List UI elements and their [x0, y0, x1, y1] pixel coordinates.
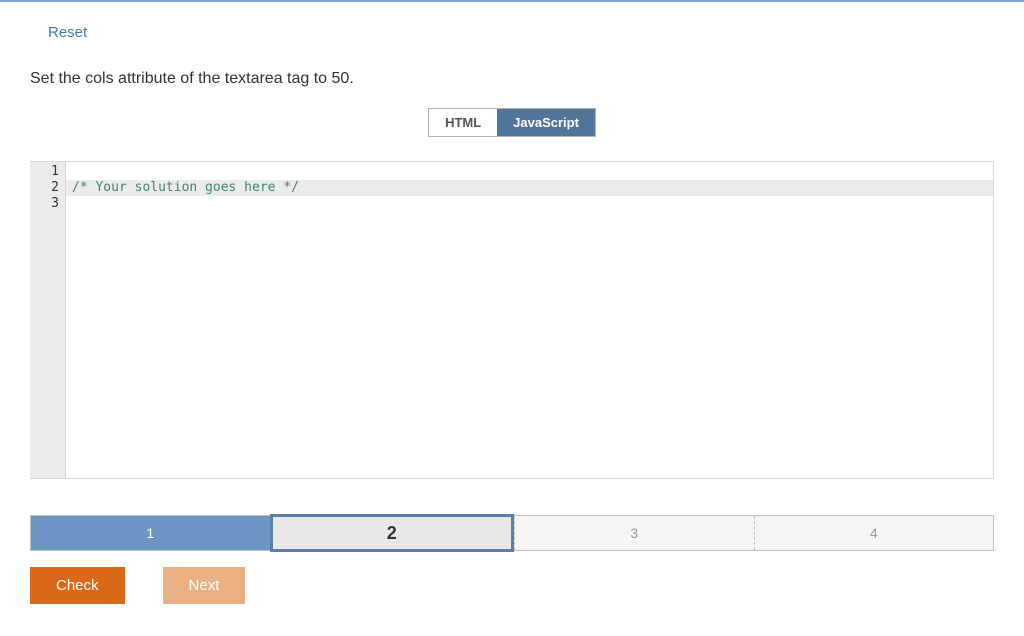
- code-editor[interactable]: 1 2 3 /* Your solution goes here */: [30, 161, 994, 479]
- next-button[interactable]: Next: [163, 567, 246, 604]
- line-number: 2: [30, 180, 59, 196]
- code-line[interactable]: [66, 164, 994, 180]
- reset-link[interactable]: Reset: [48, 24, 87, 41]
- tab-javascript[interactable]: JavaScript: [497, 109, 595, 136]
- code-line[interactable]: /* Your solution goes here */: [66, 180, 994, 196]
- progress-bar: 1 2 3 4: [30, 515, 994, 551]
- progress-step-2[interactable]: 2: [270, 514, 515, 552]
- line-number: 3: [30, 196, 59, 212]
- language-tabs: HTML JavaScript: [30, 108, 994, 137]
- tab-html[interactable]: HTML: [429, 109, 497, 136]
- action-buttons: Check Next: [30, 567, 994, 604]
- question-prompt: Set the cols attribute of the textarea t…: [30, 70, 994, 88]
- progress-step-3[interactable]: 3: [514, 516, 754, 550]
- progress-step-1[interactable]: 1: [31, 516, 270, 550]
- code-area[interactable]: /* Your solution goes here */: [66, 162, 994, 478]
- line-number: 1: [30, 164, 59, 180]
- check-button[interactable]: Check: [30, 567, 125, 604]
- line-number-gutter: 1 2 3: [30, 162, 66, 478]
- code-line[interactable]: [66, 196, 994, 212]
- progress-step-4[interactable]: 4: [754, 516, 994, 550]
